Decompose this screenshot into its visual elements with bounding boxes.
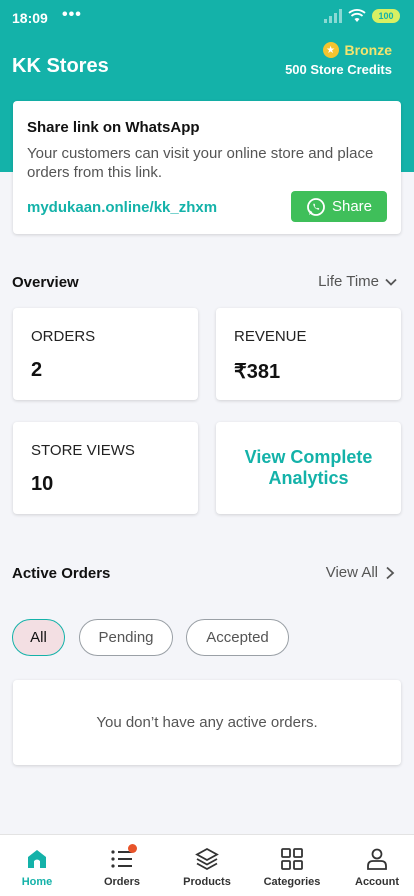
- nav-account[interactable]: Account: [336, 835, 414, 896]
- stat-label: REVENUE: [234, 328, 307, 345]
- status-bar: 18:09 ••• 100: [0, 0, 414, 36]
- filter-chip-pending[interactable]: Pending: [79, 619, 173, 656]
- list-icon: [109, 844, 137, 872]
- share-card-description: Your customers can visit your online sto…: [27, 145, 374, 181]
- filter-chip-accepted[interactable]: Accepted: [186, 619, 289, 656]
- nav-categories[interactable]: Categories: [251, 835, 333, 896]
- nav-label: Orders: [103, 876, 141, 888]
- chevron-down-icon: [385, 278, 397, 286]
- tier-badge[interactable]: ★ Bronze: [322, 42, 392, 58]
- stat-label: ORDERS: [31, 328, 96, 345]
- signal-icon: [324, 9, 342, 23]
- status-icons: 100: [324, 9, 400, 23]
- status-dots: •••: [62, 6, 82, 23]
- star-icon: ★: [322, 42, 339, 58]
- nav-label: Account: [355, 876, 399, 888]
- battery-icon: 100: [372, 9, 400, 23]
- active-orders-title: Active Orders: [12, 565, 111, 582]
- nav-products[interactable]: Products: [166, 835, 248, 896]
- stat-label: STORE VIEWS: [31, 442, 135, 459]
- period-dropdown[interactable]: Life Time: [318, 273, 398, 290]
- view-analytics-button[interactable]: View Complete Analytics: [216, 422, 401, 514]
- wifi-icon: [348, 9, 366, 22]
- layers-icon: [194, 846, 220, 872]
- stat-value: ₹381: [234, 361, 281, 383]
- share-card-title: Share link on WhatsApp: [27, 119, 200, 136]
- whatsapp-icon: [307, 197, 325, 216]
- orders-stat-card[interactable]: ORDERS 2: [13, 308, 198, 400]
- stat-value: 2: [31, 359, 43, 381]
- nav-label: Products: [183, 876, 231, 888]
- notification-badge: [128, 844, 137, 853]
- bottom-nav: Home Orders Products Categories Account: [0, 834, 414, 896]
- home-icon: [24, 846, 50, 872]
- empty-orders-card: You don’t have any active orders.: [13, 680, 401, 765]
- share-button-label: Share: [331, 198, 373, 215]
- view-all-label: View All: [325, 564, 378, 581]
- tier-label: Bronze: [344, 42, 392, 58]
- filter-chip-all[interactable]: All: [12, 619, 65, 656]
- user-icon: [364, 846, 390, 872]
- period-label: Life Time: [318, 273, 379, 290]
- chevron-right-icon: [386, 566, 395, 579]
- share-card: Share link on WhatsApp Your customers ca…: [13, 101, 401, 234]
- nav-label: Home: [21, 876, 53, 888]
- nav-label: Categories: [263, 876, 321, 888]
- share-button[interactable]: Share: [291, 191, 387, 222]
- overview-title: Overview: [12, 274, 79, 291]
- empty-orders-message: You don’t have any active orders.: [96, 714, 318, 731]
- store-link[interactable]: mydukaan.online/kk_zhxm: [27, 199, 217, 216]
- status-time: 18:09: [12, 10, 48, 26]
- view-analytics-label: View Complete Analytics: [244, 447, 373, 488]
- revenue-stat-card[interactable]: REVENUE ₹381: [216, 308, 401, 400]
- grid-icon: [279, 846, 305, 872]
- store-credits[interactable]: 500 Store Credits: [285, 62, 392, 77]
- stat-value: 10: [31, 473, 54, 495]
- store-views-stat-card[interactable]: STORE VIEWS 10: [13, 422, 198, 514]
- store-name: KK Stores: [12, 55, 109, 77]
- nav-home[interactable]: Home: [0, 835, 78, 896]
- view-all-link[interactable]: View All: [326, 564, 396, 581]
- nav-orders[interactable]: Orders: [81, 835, 163, 896]
